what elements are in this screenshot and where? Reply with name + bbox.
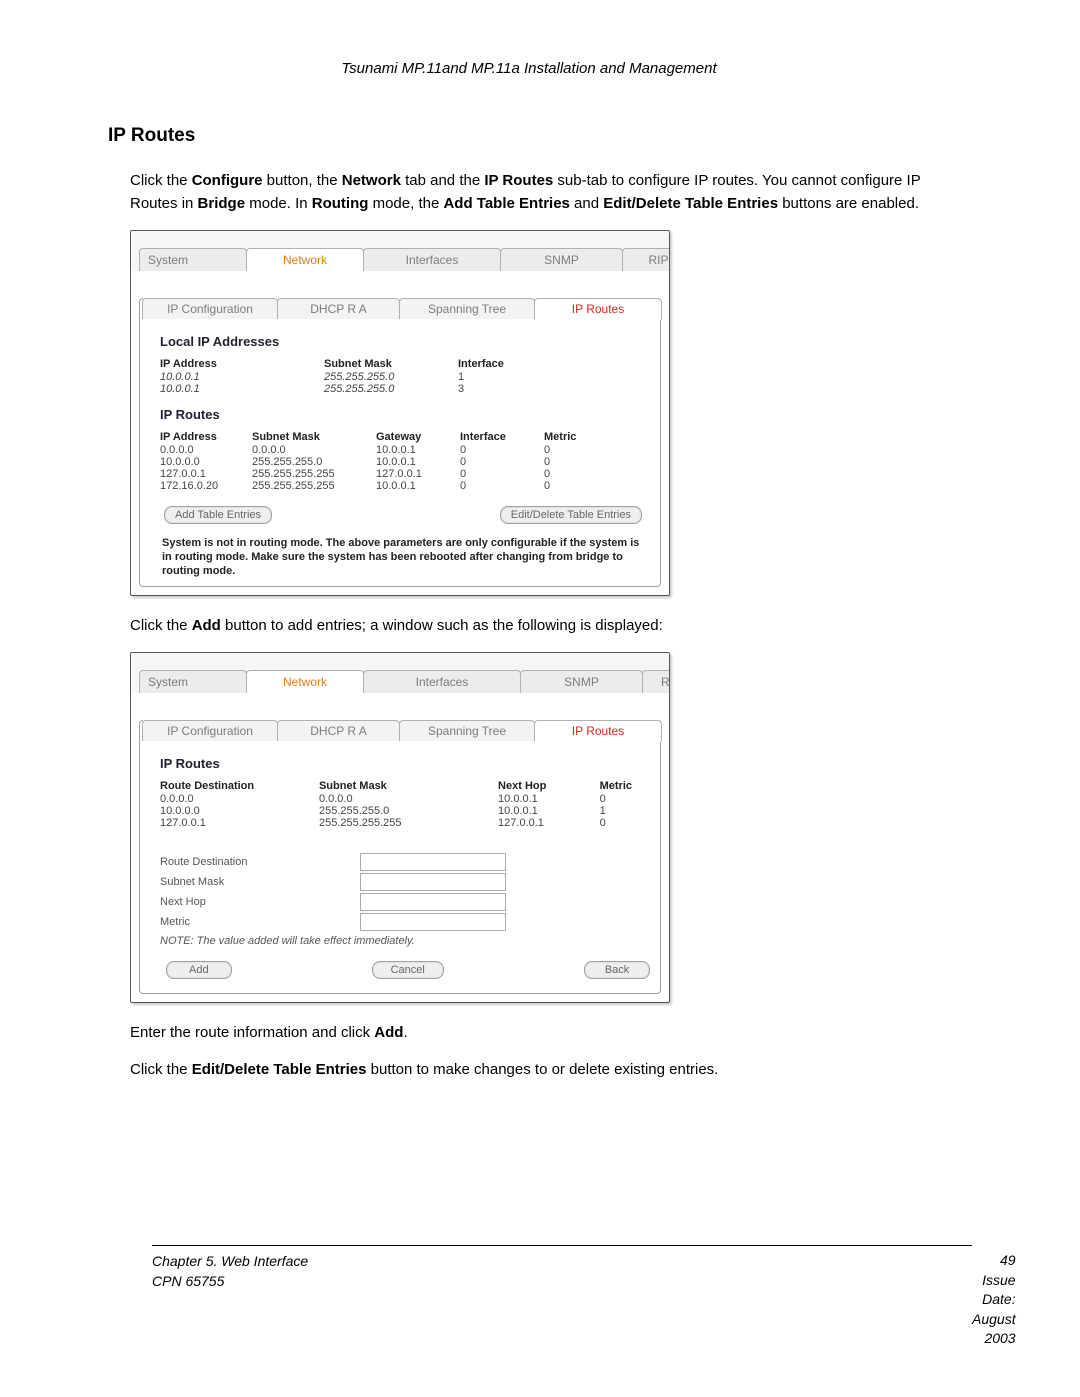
table-row: 10.0.0.0255.255.255.010.0.0.11 (160, 805, 646, 817)
col-interface: Interface (460, 430, 544, 444)
tab-network[interactable]: Network (246, 248, 364, 271)
intro-paragraph-4: Click the Edit/Delete Table Entries butt… (130, 1058, 950, 1081)
footer-cpn: CPN 65755 (152, 1272, 972, 1292)
screenshot-ip-routes-add: System Network Interfaces SNMP RIP IP Co… (130, 652, 670, 1003)
footer-chapter: Chapter 5. Web Interface (152, 1252, 972, 1272)
routing-mode-warning: System is not in routing mode. The above… (160, 530, 646, 579)
back-button[interactable]: Back (584, 961, 650, 979)
next-hop-field[interactable] (360, 893, 506, 911)
subtab-ip-routes[interactable]: IP Routes (534, 720, 662, 742)
col-ip-address: IP Address (160, 430, 252, 444)
col-ip-address: IP Address (160, 357, 324, 371)
tab-rip[interactable]: RIP (642, 670, 670, 693)
subtab-dhcp-ra[interactable]: DHCP R A (277, 720, 400, 741)
tab-snmp[interactable]: SNMP (500, 248, 623, 271)
subtab-spanning-tree[interactable]: Spanning Tree (399, 720, 535, 741)
table-row: 172.16.0.20255.255.255.25510.0.0.100 (160, 480, 590, 492)
add-table-entries-button[interactable]: Add Table Entries (164, 506, 272, 524)
add-button[interactable]: Add (166, 961, 232, 979)
section-ip-routes: IP Routes (160, 756, 646, 771)
table-ip-routes: IP Address Subnet Mask Gateway Interface… (160, 430, 590, 492)
col-subnet-mask: Subnet Mask (324, 357, 458, 371)
route-destination-field[interactable] (360, 853, 506, 871)
table-ip-routes-add: Route Destination Subnet Mask Next Hop M… (160, 779, 646, 829)
document-header: Tsunami MP.11and MP.11a Installation and… (108, 60, 950, 77)
table-row: 127.0.0.1255.255.255.255127.0.0.10 (160, 817, 646, 829)
section-ip-routes: IP Routes (160, 407, 646, 422)
metric-field[interactable] (360, 913, 506, 931)
intro-paragraph-2: Click the Add button to add entries; a w… (130, 614, 950, 637)
table-row: 10.0.0.1 255.255.255.0 3 (160, 383, 518, 395)
edit-delete-table-entries-button[interactable]: Edit/Delete Table Entries (500, 506, 642, 524)
tab-system[interactable]: System (139, 248, 247, 271)
screenshot-ip-routes-view: System Network Interfaces SNMP RIP IP Co… (130, 230, 670, 597)
section-local-ip-addresses: Local IP Addresses (160, 334, 646, 349)
table-row: 127.0.0.1255.255.255.255127.0.0.100 (160, 468, 590, 480)
page-footer: Chapter 5. Web Interface CPN 65755 49 Is… (152, 1221, 950, 1349)
subtab-ip-configuration[interactable]: IP Configuration (142, 298, 278, 319)
label-next-hop: Next Hop (160, 896, 360, 908)
section-heading-ip-routes: IP Routes (108, 125, 950, 147)
label-metric: Metric (160, 916, 360, 928)
col-metric: Metric (544, 430, 590, 444)
table-row: 10.0.0.0255.255.255.010.0.0.100 (160, 456, 590, 468)
subtab-ip-routes[interactable]: IP Routes (534, 298, 662, 320)
col-subnet-mask: Subnet Mask (319, 779, 498, 793)
intro-paragraph-3: Enter the route information and click Ad… (130, 1021, 950, 1044)
col-subnet-mask: Subnet Mask (252, 430, 376, 444)
col-next-hop: Next Hop (498, 779, 600, 793)
subtab-spanning-tree[interactable]: Spanning Tree (399, 298, 535, 319)
tab-interfaces[interactable]: Interfaces (363, 248, 501, 271)
tab-system[interactable]: System (139, 670, 247, 693)
immediate-effect-note: NOTE: The value added will take effect i… (160, 935, 646, 947)
table-row: 0.0.0.00.0.0.010.0.0.100 (160, 444, 590, 456)
table-row: 0.0.0.00.0.0.010.0.0.10 (160, 793, 646, 805)
table-local-ip-addresses: IP Address Subnet Mask Interface 10.0.0.… (160, 357, 518, 395)
intro-paragraph-1: Click the Configure button, the Network … (130, 169, 950, 216)
label-route-destination: Route Destination (160, 856, 360, 868)
col-interface: Interface (458, 357, 518, 371)
tab-interfaces[interactable]: Interfaces (363, 670, 521, 693)
col-route-destination: Route Destination (160, 779, 319, 793)
col-metric: Metric (600, 779, 646, 793)
cancel-button[interactable]: Cancel (372, 961, 444, 979)
col-gateway: Gateway (376, 430, 460, 444)
tab-rip[interactable]: RIP (622, 248, 670, 271)
table-row: 10.0.0.1 255.255.255.0 1 (160, 371, 518, 383)
subnet-mask-field[interactable] (360, 873, 506, 891)
subtab-dhcp-ra[interactable]: DHCP R A (277, 298, 400, 319)
tab-network[interactable]: Network (246, 670, 364, 693)
subtab-ip-configuration[interactable]: IP Configuration (142, 720, 278, 741)
footer-page-number: 49 (972, 1251, 1016, 1271)
tab-snmp[interactable]: SNMP (520, 670, 643, 693)
label-subnet-mask: Subnet Mask (160, 876, 360, 888)
footer-issue-date: Issue Date: August 2003 (972, 1271, 1016, 1349)
